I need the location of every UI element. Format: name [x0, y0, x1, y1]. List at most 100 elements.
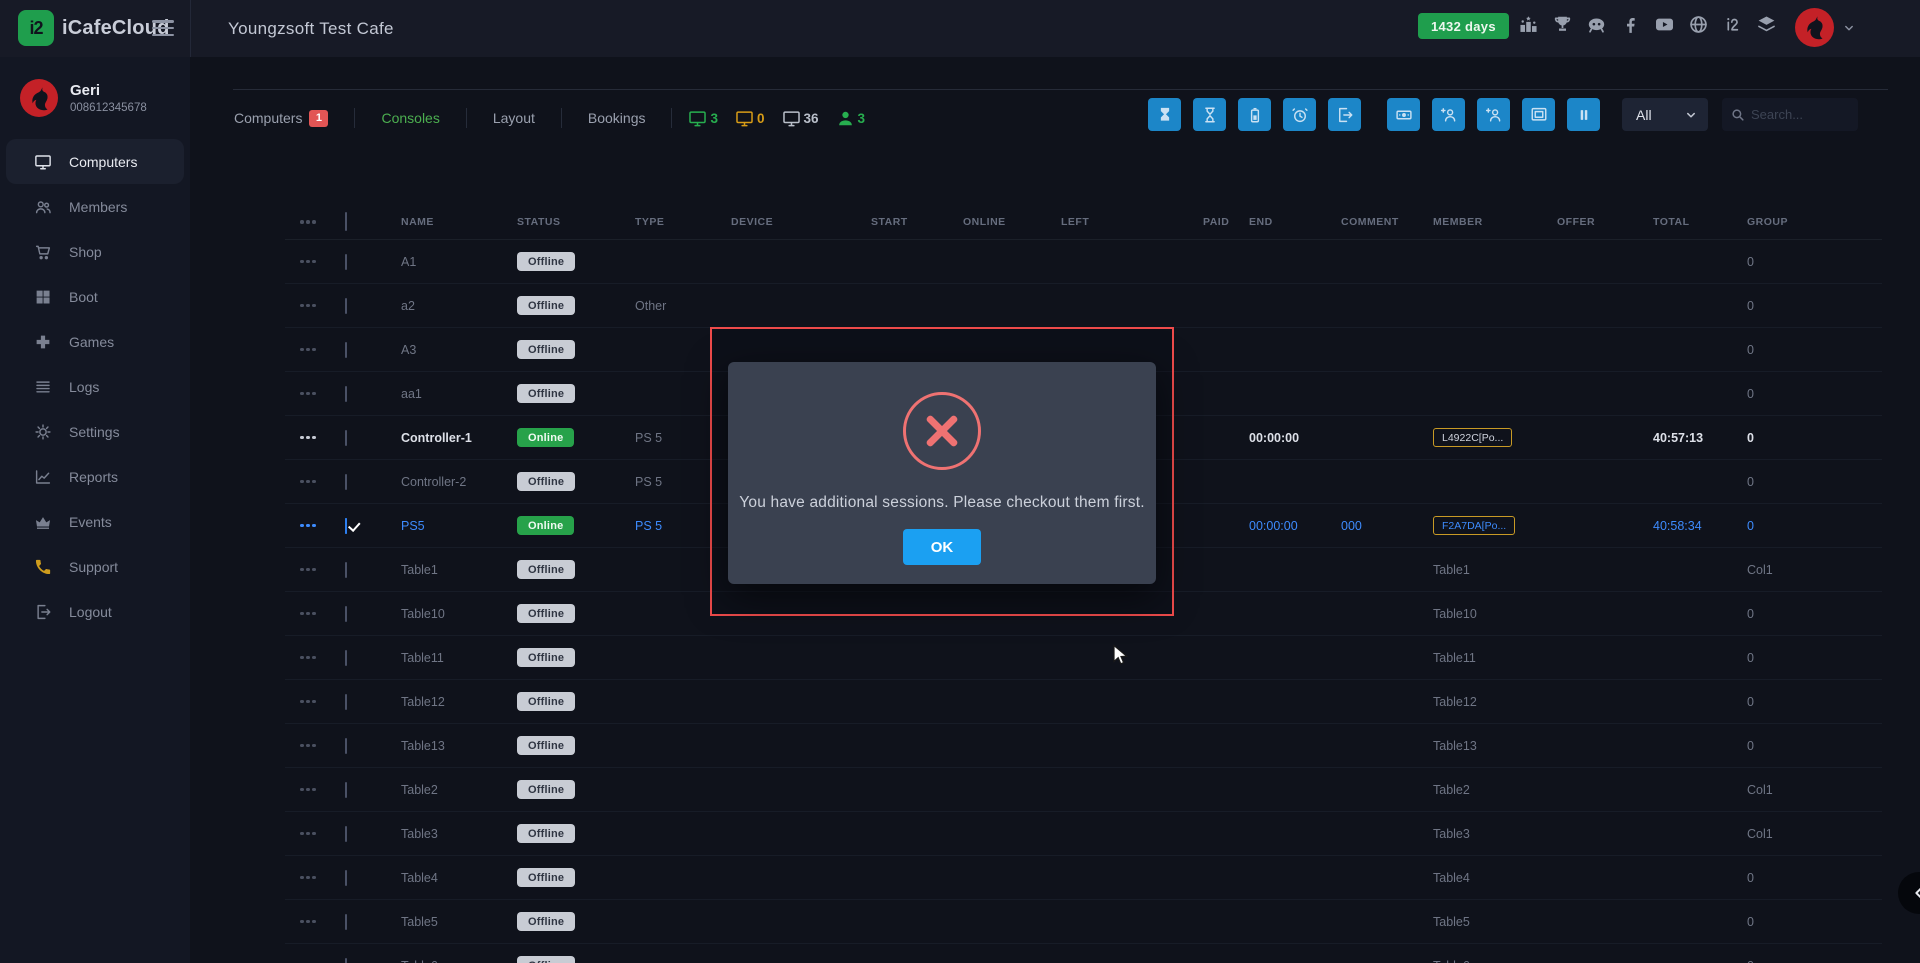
row-checkbox[interactable] [345, 782, 347, 798]
ranking-icon[interactable] [1518, 14, 1539, 35]
column-header-type[interactable]: TYPE [621, 216, 717, 228]
user-plus-alt-button[interactable] [1477, 98, 1510, 131]
battery-button[interactable] [1238, 98, 1271, 131]
row-actions-button[interactable] [285, 260, 331, 264]
sidebar-item-support[interactable]: Support [6, 544, 184, 589]
screen-button[interactable] [1522, 98, 1555, 131]
row-checkbox[interactable] [345, 694, 347, 710]
row-checkbox[interactable] [345, 562, 347, 578]
icafe-icon[interactable] [1722, 14, 1743, 35]
row-actions-button[interactable] [285, 920, 331, 924]
member-badge[interactable]: L4922C[Po... [1433, 428, 1512, 447]
discord-icon[interactable] [1586, 14, 1607, 35]
table-row-table4[interactable]: Table4 Offline Table4 0 [285, 856, 1882, 900]
row-checkbox[interactable] [345, 474, 347, 490]
column-header-name[interactable]: NAME [387, 216, 503, 228]
cash-button[interactable] [1387, 98, 1420, 131]
row-checkbox[interactable] [345, 914, 347, 930]
ok-button[interactable]: OK [903, 529, 981, 565]
alarm-button[interactable] [1283, 98, 1316, 131]
days-badge[interactable]: 1432 days [1418, 13, 1509, 39]
column-header-left[interactable]: LEFT [1047, 216, 1189, 228]
sidebar-item-reports[interactable]: Reports [6, 454, 184, 499]
column-header-start[interactable]: START [857, 216, 949, 228]
row-actions-button[interactable] [285, 744, 331, 748]
row-checkbox[interactable] [345, 738, 347, 754]
column-header-status[interactable]: STATUS [503, 216, 621, 228]
table-row-a1[interactable]: A1 Offline 0 [285, 240, 1882, 284]
column-header-member[interactable]: MEMBER [1419, 216, 1543, 228]
trophy-icon[interactable] [1552, 14, 1573, 35]
table-row-table2[interactable]: Table2 Offline Table2 Col1 [285, 768, 1882, 812]
sidebar-item-settings[interactable]: Settings [6, 409, 184, 454]
column-header-offer[interactable]: OFFER [1543, 216, 1639, 228]
column-header-comment[interactable]: COMMENT [1327, 216, 1419, 228]
globe-icon[interactable] [1688, 14, 1709, 35]
row-actions-button[interactable] [285, 700, 331, 704]
row-actions-button[interactable] [285, 304, 331, 308]
row-actions-button[interactable] [285, 832, 331, 836]
account-menu[interactable] [1795, 8, 1856, 47]
table-row-table11[interactable]: Table11 Offline Table11 0 [285, 636, 1882, 680]
row-checkbox[interactable] [345, 342, 347, 358]
column-header-paid[interactable]: PAID [1189, 216, 1235, 228]
row-actions-button[interactable] [285, 612, 331, 616]
sidebar-item-boot[interactable]: Boot [6, 274, 184, 319]
row-checkbox[interactable] [345, 958, 347, 963]
table-row-table3[interactable]: Table3 Offline Table3 Col1 [285, 812, 1882, 856]
app-logo[interactable]: i2 iCafeCloud [18, 10, 170, 46]
user-plus-button[interactable] [1432, 98, 1465, 131]
tab-bookings[interactable]: Bookings [562, 108, 673, 128]
sidebar-user[interactable]: Geri 008612345678 [0, 57, 190, 131]
tab-computers[interactable]: Computers 1 [208, 108, 355, 128]
row-actions-button[interactable] [285, 436, 331, 440]
hourglass-button[interactable] [1193, 98, 1226, 131]
row-actions-button[interactable] [285, 392, 331, 396]
table-row-table13[interactable]: Table13 Offline Table13 0 [285, 724, 1882, 768]
filter-select[interactable]: All [1622, 98, 1708, 131]
row-actions-button[interactable] [285, 876, 331, 880]
signout-button[interactable] [1328, 98, 1361, 131]
tab-layout[interactable]: Layout [467, 108, 562, 128]
table-row-table6[interactable]: Table6 Offline Table6 0 [285, 944, 1882, 963]
column-header-group[interactable]: GROUP [1733, 216, 1882, 228]
row-checkbox[interactable] [345, 826, 347, 842]
row-checkbox[interactable] [345, 430, 347, 446]
row-actions-button[interactable] [285, 788, 331, 792]
row-actions-button[interactable] [285, 480, 331, 484]
pause-button[interactable] [1567, 98, 1600, 131]
row-checkbox[interactable] [345, 650, 347, 666]
hourglass-end-button[interactable] [1148, 98, 1181, 131]
sidebar-item-logout[interactable]: Logout [6, 589, 184, 634]
tab-consoles[interactable]: Consoles [355, 108, 466, 128]
row-checkbox[interactable] [345, 386, 347, 402]
row-checkbox[interactable] [345, 518, 347, 534]
sidebar-item-computers[interactable]: Computers [6, 139, 184, 184]
row-actions-button[interactable] [285, 348, 331, 352]
sidebar-item-members[interactable]: Members [6, 184, 184, 229]
member-badge[interactable]: F2A7DA[Po... [1433, 516, 1515, 535]
sidebar-item-games[interactable]: Games [6, 319, 184, 364]
row-checkbox[interactable] [345, 870, 347, 886]
row-checkbox[interactable] [345, 298, 347, 314]
row-checkbox[interactable] [345, 606, 347, 622]
column-header-total[interactable]: TOTAL [1639, 216, 1733, 228]
row-actions-button[interactable] [285, 656, 331, 660]
row-checkbox[interactable] [345, 254, 347, 270]
sidebar-item-shop[interactable]: Shop [6, 229, 184, 274]
facebook-icon[interactable] [1620, 14, 1641, 35]
table-row-a2[interactable]: a2 Offline Other 0 [285, 284, 1882, 328]
sidebar-item-events[interactable]: Events [6, 499, 184, 544]
table-row-table12[interactable]: Table12 Offline Table12 0 [285, 680, 1882, 724]
layers-icon[interactable] [1756, 14, 1777, 35]
select-all-checkbox[interactable] [345, 212, 347, 231]
column-header-device[interactable]: DEVICE [717, 216, 857, 228]
row-actions-button[interactable] [285, 524, 331, 528]
search-input[interactable] [1751, 107, 1850, 122]
column-header-end[interactable]: END [1235, 216, 1327, 228]
menu-toggle-icon[interactable] [152, 20, 174, 36]
sidebar-item-logs[interactable]: Logs [6, 364, 184, 409]
row-actions-button[interactable] [285, 568, 331, 572]
youtube-icon[interactable] [1654, 14, 1675, 35]
column-header-online[interactable]: ONLINE [949, 216, 1047, 228]
